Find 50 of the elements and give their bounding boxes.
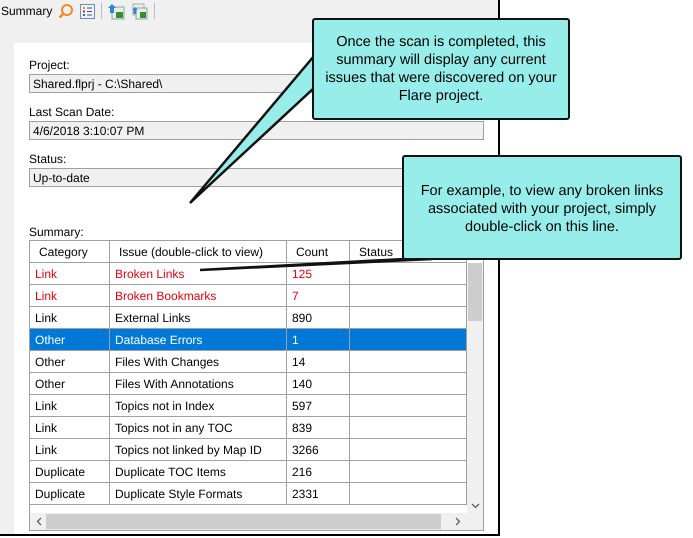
field-label: Status: <box>29 152 66 166</box>
issue-cell[interactable]: Topics not linked by Map ID <box>110 439 287 461</box>
panel-title: Summary <box>1 4 52 18</box>
chevron-down-icon[interactable] <box>470 503 480 509</box>
horizontal-scrollbar[interactable] <box>30 513 467 530</box>
chevron-left-icon[interactable] <box>36 517 42 526</box>
category-cell[interactable]: Duplicate <box>30 483 110 505</box>
category-cell[interactable]: Other <box>30 373 110 395</box>
issue-cell[interactable]: Duplicate Style Formats <box>110 483 287 505</box>
scroll-thumb[interactable] <box>46 514 441 529</box>
callout-bubble: For example, to view any broken links associated with your project, simply double-click on this line. <box>402 155 682 260</box>
count-cell[interactable]: 2331 <box>287 483 350 505</box>
category-cell[interactable]: Other <box>30 329 110 351</box>
category-cell[interactable]: Link <box>30 285 110 307</box>
issue-cell[interactable]: Topics not in Index <box>110 395 287 417</box>
field-label: Last Scan Date: <box>29 105 114 119</box>
export-all-icon[interactable] <box>131 2 148 20</box>
category-cell[interactable]: Link <box>30 263 110 285</box>
field-label: Project: <box>29 58 70 72</box>
count-cell[interactable]: 14 <box>287 351 350 373</box>
issue-cell[interactable]: Topics not in any TOC <box>110 417 287 439</box>
vertical-scrollbar[interactable] <box>467 263 483 513</box>
checklist-icon[interactable] <box>80 4 96 18</box>
count-cell[interactable]: 140 <box>287 373 350 395</box>
count-cell[interactable]: 3266 <box>287 439 350 461</box>
issue-cell[interactable]: Duplicate TOC Items <box>110 461 287 483</box>
issue-cell[interactable]: Files With Annotations <box>110 373 287 395</box>
category-cell[interactable]: Link <box>30 417 110 439</box>
count-cell[interactable]: 839 <box>287 417 350 439</box>
issue-cell[interactable]: Database Errors <box>110 329 287 351</box>
count-cell[interactable]: 216 <box>287 461 350 483</box>
export-icon[interactable] <box>108 2 126 20</box>
category-cell[interactable]: Other <box>30 351 110 373</box>
column-header[interactable]: Category <box>30 241 110 263</box>
issue-cell[interactable]: Files With Changes <box>110 351 287 373</box>
column-header[interactable]: Issue (double-click to view) <box>110 241 287 263</box>
scroll-thumb[interactable] <box>468 263 482 321</box>
status-cell[interactable] <box>350 329 467 351</box>
chevron-right-icon[interactable] <box>455 517 461 526</box>
search-icon[interactable] <box>58 3 74 19</box>
category-cell[interactable]: Duplicate <box>30 461 110 483</box>
field-label: Summary: <box>29 225 84 239</box>
issue-cell[interactable]: Broken Bookmarks <box>110 285 287 307</box>
category-cell[interactable]: Link <box>30 439 110 461</box>
read-only-field[interactable]: 4/6/2018 3:10:07 PM <box>29 121 484 140</box>
category-cell[interactable]: Link <box>30 395 110 417</box>
callout-bubble: Once the scan is completed, this summary will display any current issues that were discovered on your Flare project. <box>312 18 570 120</box>
count-cell[interactable]: 597 <box>287 395 350 417</box>
count-cell[interactable]: 1 <box>287 329 350 351</box>
count-cell[interactable]: 7 <box>287 285 350 307</box>
